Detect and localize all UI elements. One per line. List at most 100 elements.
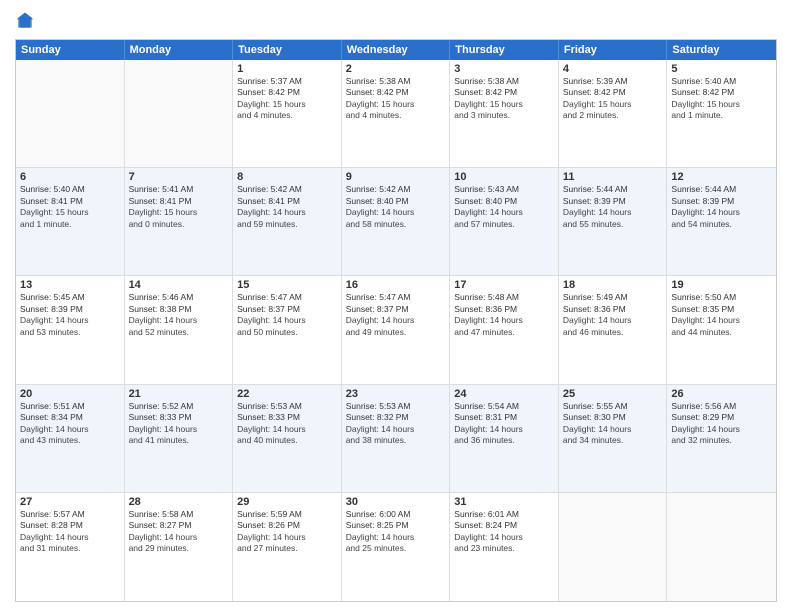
daylight-text: Daylight: 15 hours [671, 99, 740, 109]
daylight-text: and 31 minutes. [20, 543, 80, 553]
daylight-text: Daylight: 14 hours [671, 315, 740, 325]
sunset-text: Sunset: 8:42 PM [454, 87, 517, 97]
daylight-text: Daylight: 14 hours [563, 207, 632, 217]
calendar-row: 13Sunrise: 5:45 AMSunset: 8:39 PMDayligh… [16, 276, 776, 384]
daylight-text: Daylight: 14 hours [346, 532, 415, 542]
day-info: Sunrise: 5:48 AMSunset: 8:36 PMDaylight:… [454, 292, 554, 338]
sunrise-text: Sunrise: 5:53 AM [346, 401, 411, 411]
calendar-body: 1Sunrise: 5:37 AMSunset: 8:42 PMDaylight… [16, 60, 776, 601]
sunset-text: Sunset: 8:33 PM [237, 412, 300, 422]
day-info: Sunrise: 5:56 AMSunset: 8:29 PMDaylight:… [671, 401, 772, 447]
day-info: Sunrise: 5:46 AMSunset: 8:38 PMDaylight:… [129, 292, 229, 338]
calendar-cell: 3Sunrise: 5:38 AMSunset: 8:42 PMDaylight… [450, 60, 559, 167]
daylight-text: and 44 minutes. [671, 327, 731, 337]
sunset-text: Sunset: 8:29 PM [671, 412, 734, 422]
sunset-text: Sunset: 8:36 PM [563, 304, 626, 314]
daylight-text: Daylight: 14 hours [129, 424, 198, 434]
sunrise-text: Sunrise: 5:59 AM [237, 509, 302, 519]
calendar-cell: 23Sunrise: 5:53 AMSunset: 8:32 PMDayligh… [342, 385, 451, 492]
sunrise-text: Sunrise: 5:38 AM [454, 76, 519, 86]
sunrise-text: Sunrise: 5:41 AM [129, 184, 194, 194]
sunset-text: Sunset: 8:27 PM [129, 520, 192, 530]
sunset-text: Sunset: 8:42 PM [671, 87, 734, 97]
sunset-text: Sunset: 8:38 PM [129, 304, 192, 314]
calendar-cell: 7Sunrise: 5:41 AMSunset: 8:41 PMDaylight… [125, 168, 234, 275]
daylight-text: and 27 minutes. [237, 543, 297, 553]
daylight-text: Daylight: 15 hours [346, 99, 415, 109]
sunset-text: Sunset: 8:40 PM [454, 196, 517, 206]
day-info: Sunrise: 5:50 AMSunset: 8:35 PMDaylight:… [671, 292, 772, 338]
sunset-text: Sunset: 8:35 PM [671, 304, 734, 314]
day-number: 17 [454, 279, 554, 291]
calendar-cell: 12Sunrise: 5:44 AMSunset: 8:39 PMDayligh… [667, 168, 776, 275]
weekday-header: Wednesday [342, 40, 451, 60]
day-info: Sunrise: 5:42 AMSunset: 8:40 PMDaylight:… [346, 184, 446, 230]
calendar-cell: 10Sunrise: 5:43 AMSunset: 8:40 PMDayligh… [450, 168, 559, 275]
day-number: 2 [346, 63, 446, 75]
daylight-text: Daylight: 15 hours [237, 99, 306, 109]
daylight-text: and 40 minutes. [237, 435, 297, 445]
sunrise-text: Sunrise: 6:01 AM [454, 509, 519, 519]
sunrise-text: Sunrise: 5:40 AM [20, 184, 85, 194]
day-info: Sunrise: 5:38 AMSunset: 8:42 PM Daylight:… [454, 76, 554, 122]
daylight-text: Daylight: 15 hours [20, 207, 89, 217]
day-number: 23 [346, 388, 446, 400]
sunrise-text: Sunrise: 5:44 AM [671, 184, 736, 194]
sunrise-text: Sunrise: 5:53 AM [237, 401, 302, 411]
daylight-text: and 52 minutes. [129, 327, 189, 337]
sunset-text: Sunset: 8:39 PM [671, 196, 734, 206]
sunset-text: Sunset: 8:41 PM [237, 196, 300, 206]
day-info: Sunrise: 5:52 AMSunset: 8:33 PMDaylight:… [129, 401, 229, 447]
sunset-text: Sunset: 8:42 PM [346, 87, 409, 97]
daylight-text: Daylight: 14 hours [346, 207, 415, 217]
day-info: Sunrise: 5:47 AMSunset: 8:37 PMDaylight:… [346, 292, 446, 338]
daylight-text: and 59 minutes. [237, 219, 297, 229]
sunset-text: Sunset: 8:39 PM [563, 196, 626, 206]
calendar-cell: 30Sunrise: 6:00 AMSunset: 8:25 PMDayligh… [342, 493, 451, 601]
sunrise-text: Sunrise: 5:43 AM [454, 184, 519, 194]
sunrise-text: Sunrise: 5:45 AM [20, 292, 85, 302]
sunrise-text: Sunrise: 5:47 AM [237, 292, 302, 302]
day-info: Sunrise: 5:38 AMSunset: 8:42 PMDaylight:… [346, 76, 446, 122]
day-number: 25 [563, 388, 663, 400]
weekday-header: Saturday [667, 40, 776, 60]
day-number: 22 [237, 388, 337, 400]
sunset-text: Sunset: 8:37 PM [237, 304, 300, 314]
calendar-cell: 18Sunrise: 5:49 AMSunset: 8:36 PMDayligh… [559, 276, 668, 383]
daylight-text: Daylight: 14 hours [454, 207, 523, 217]
day-info: Sunrise: 5:40 AMSunset: 8:42 PMDaylight:… [671, 76, 772, 122]
calendar-cell: 15Sunrise: 5:47 AMSunset: 8:37 PMDayligh… [233, 276, 342, 383]
daylight-text: and 1 minute. [671, 110, 723, 120]
calendar-cell: 6Sunrise: 5:40 AMSunset: 8:41 PMDaylight… [16, 168, 125, 275]
sunset-text: Sunset: 8:24 PM [454, 520, 517, 530]
sunset-text: Sunset: 8:31 PM [454, 412, 517, 422]
daylight-text: Daylight: 14 hours [129, 532, 198, 542]
day-info: Sunrise: 5:49 AMSunset: 8:36 PMDaylight:… [563, 292, 663, 338]
calendar-cell: 27Sunrise: 5:57 AMSunset: 8:28 PMDayligh… [16, 493, 125, 601]
day-number: 24 [454, 388, 554, 400]
daylight-text: Daylight: 14 hours [454, 424, 523, 434]
page: SundayMondayTuesdayWednesdayThursdayFrid… [0, 0, 792, 612]
sunset-text: Sunset: 8:40 PM [346, 196, 409, 206]
calendar-cell: 21Sunrise: 5:52 AMSunset: 8:33 PMDayligh… [125, 385, 234, 492]
sunrise-text: Sunrise: 5:39 AM [563, 76, 628, 86]
weekday-header: Tuesday [233, 40, 342, 60]
daylight-text: Daylight: 14 hours [237, 532, 306, 542]
daylight-text: and 57 minutes. [454, 219, 514, 229]
calendar-row: 20Sunrise: 5:51 AMSunset: 8:34 PMDayligh… [16, 385, 776, 493]
logo [15, 10, 39, 31]
daylight-text: and 1 minute. [20, 219, 72, 229]
daylight-text: Daylight: 15 hours [454, 99, 523, 109]
day-info: Sunrise: 5:44 AMSunset: 8:39 PMDaylight:… [563, 184, 663, 230]
daylight-text: and 2 minutes. [563, 110, 619, 120]
calendar-cell: 1Sunrise: 5:37 AMSunset: 8:42 PMDaylight… [233, 60, 342, 167]
daylight-text: Daylight: 14 hours [237, 207, 306, 217]
calendar-cell: 5Sunrise: 5:40 AMSunset: 8:42 PMDaylight… [667, 60, 776, 167]
calendar-cell: 26Sunrise: 5:56 AMSunset: 8:29 PMDayligh… [667, 385, 776, 492]
sunrise-text: Sunrise: 6:00 AM [346, 509, 411, 519]
day-info: Sunrise: 5:53 AMSunset: 8:32 PMDaylight:… [346, 401, 446, 447]
sunset-text: Sunset: 8:42 PM [237, 87, 300, 97]
sunset-text: Sunset: 8:33 PM [129, 412, 192, 422]
daylight-text: and 36 minutes. [454, 435, 514, 445]
daylight-text: Daylight: 14 hours [563, 315, 632, 325]
